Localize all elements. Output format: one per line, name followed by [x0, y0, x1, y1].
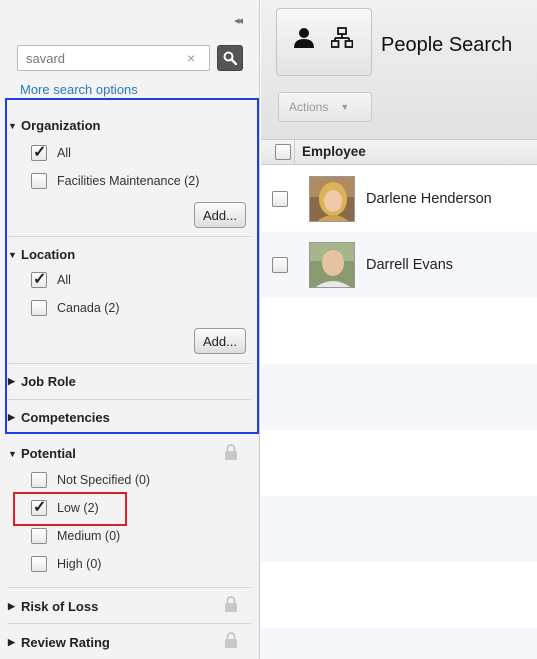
empty-row	[261, 364, 537, 430]
facet-risk-of-loss: ▶ Risk of Loss	[8, 588, 252, 624]
avatar	[309, 242, 355, 288]
collapsed-triangle-icon: ▶	[8, 637, 15, 647]
facet-header-review-rating[interactable]: ▶ Review Rating	[8, 635, 110, 650]
checkbox[interactable]	[31, 173, 47, 189]
facet-title: Risk of Loss	[21, 599, 99, 614]
column-divider	[294, 140, 295, 165]
page-title: People Search	[381, 34, 513, 56]
facet-title: Job Role	[21, 374, 76, 389]
facet-option[interactable]: Medium (0)	[31, 528, 120, 544]
search-button[interactable]	[217, 45, 243, 71]
collapsed-triangle-icon: ▶	[8, 412, 15, 422]
facet-option[interactable]: High (0)	[31, 556, 101, 572]
facet-job-role: ▶ Job Role	[8, 364, 252, 400]
empty-row	[261, 562, 537, 628]
empty-row	[261, 430, 537, 496]
facet-header-organization[interactable]: ▼ Organization	[8, 118, 100, 133]
person-icon	[294, 28, 314, 48]
collapse-sidebar-icon[interactable]: ◂◂	[234, 14, 243, 27]
avatar	[309, 176, 355, 222]
facet-header-potential[interactable]: ▼ Potential	[8, 446, 76, 461]
row-checkbox[interactable]	[272, 257, 288, 273]
employee-name[interactable]: Darrell Evans	[366, 257, 453, 273]
filter-sidebar: ◂◂ × More search options ▼ Organization …	[0, 0, 260, 659]
facet-title: Organization	[21, 118, 101, 133]
checkbox[interactable]	[31, 142, 47, 162]
facet-header-location[interactable]: ▼ Location	[8, 247, 75, 262]
facet-title: Review Rating	[21, 635, 110, 650]
clear-search-icon[interactable]: ×	[187, 50, 195, 66]
chevron-down-icon: ▼	[340, 102, 350, 112]
facet-title: Potential	[21, 446, 76, 461]
facet-competencies: ▶ Competencies	[8, 400, 252, 434]
checkbox[interactable]	[31, 556, 47, 572]
facet-header-risk-of-loss[interactable]: ▶ Risk of Loss	[8, 599, 98, 614]
option-label: All	[57, 273, 71, 287]
empty-row	[261, 628, 537, 659]
expand-triangle-icon: ▼	[8, 448, 17, 459]
facet-option[interactable]: Not Specified (0)	[31, 472, 150, 488]
table-row[interactable]: Darlene Henderson	[261, 166, 537, 232]
checkbox[interactable]	[31, 300, 47, 316]
lock-icon	[225, 632, 237, 648]
search-icon	[223, 51, 237, 65]
option-label: Medium (0)	[57, 529, 121, 543]
employee-name[interactable]: Darlene Henderson	[366, 191, 492, 207]
facet-title: Location	[21, 247, 76, 262]
facet-location: ▼ Location All Canada (2) Add...	[8, 237, 252, 364]
results-panel: People Search Actions ▼ Employee Darlene…	[261, 0, 537, 659]
option-label: Canada (2)	[57, 301, 120, 315]
select-all-checkbox[interactable]	[275, 144, 291, 160]
column-header-employee[interactable]: Employee	[302, 144, 366, 159]
row-checkbox[interactable]	[272, 191, 288, 207]
facet-review-rating: ▶ Review Rating	[8, 624, 252, 659]
facet-option[interactable]: All	[31, 269, 71, 289]
expand-triangle-icon: ▼	[8, 120, 17, 131]
checkbox[interactable]	[31, 269, 47, 289]
checkbox[interactable]	[31, 528, 47, 544]
more-search-options-link[interactable]: More search options	[20, 82, 138, 97]
facet-option[interactable]: Facilities Maintenance (2)	[31, 173, 199, 189]
table-header: Employee	[261, 140, 537, 165]
facet-title: Competencies	[21, 410, 110, 425]
facet-header-competencies[interactable]: ▶ Competencies	[8, 410, 110, 425]
option-label: High (0)	[57, 557, 102, 571]
view-toggle-tab[interactable]	[276, 8, 372, 76]
option-label: All	[57, 146, 71, 160]
org-chart-icon	[331, 27, 353, 48]
facet-organization: ▼ Organization All Facilities Maintenanc…	[8, 104, 252, 237]
facet-option[interactable]: Canada (2)	[31, 300, 120, 316]
collapsed-triangle-icon: ▶	[8, 601, 15, 611]
option-label: Facilities Maintenance (2)	[57, 174, 200, 188]
empty-row	[261, 496, 537, 562]
highlight-red-box	[13, 492, 127, 526]
expand-triangle-icon: ▼	[8, 249, 17, 260]
checkbox[interactable]	[31, 472, 47, 488]
actions-dropdown[interactable]: Actions ▼	[278, 92, 372, 122]
collapsed-triangle-icon: ▶	[8, 376, 15, 386]
facet-option[interactable]: All	[31, 142, 71, 162]
lock-icon	[225, 444, 237, 460]
actions-label: Actions	[289, 100, 329, 114]
add-location-button[interactable]: Add...	[194, 328, 246, 354]
search-input[interactable]	[17, 45, 210, 71]
table-row[interactable]: Darrell Evans	[261, 232, 537, 298]
empty-row	[261, 298, 537, 364]
facet-header-job-role[interactable]: ▶ Job Role	[8, 374, 76, 389]
results-header: People Search Actions ▼	[261, 0, 537, 140]
search-row: ×	[17, 45, 249, 71]
add-organization-button[interactable]: Add...	[194, 202, 246, 228]
lock-icon	[225, 596, 237, 612]
option-label: Not Specified (0)	[57, 473, 151, 487]
sidebar-top-bar: ◂◂	[0, 0, 259, 36]
